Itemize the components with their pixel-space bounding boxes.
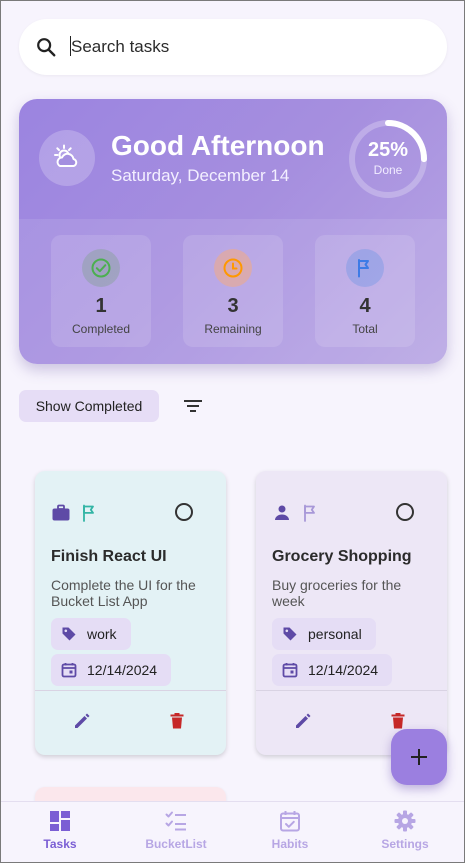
stat-value: 4 xyxy=(359,295,371,317)
gear-icon xyxy=(394,810,416,832)
greeting-date: Saturday, December 14 xyxy=(111,166,290,185)
task-card[interactable]: Finish React UI Complete the UI for the … xyxy=(35,471,226,755)
stat-badge xyxy=(346,249,384,287)
nav-label: BucketList xyxy=(145,837,207,851)
greeting-title: Good Afternoon xyxy=(111,130,325,161)
stat-value: 3 xyxy=(227,295,239,317)
nav-item-habits[interactable]: Habits xyxy=(232,802,348,863)
partly-cloudy-icon xyxy=(54,144,78,167)
edit-icon[interactable] xyxy=(293,711,313,731)
nav-label: Habits xyxy=(271,837,309,851)
nav-label: Tasks xyxy=(43,837,77,851)
stats-row: 1 Completed 3 Remaining 4 Total xyxy=(19,219,447,364)
flag-icon xyxy=(358,259,369,278)
date-chip: 12/14/2024 xyxy=(51,654,172,686)
task-card[interactable]: Grocery Shopping Buy groceries for the w… xyxy=(256,471,447,755)
stat-label: Total xyxy=(352,322,378,336)
date-label: 12/14/2024 xyxy=(87,662,158,678)
checklist-icon xyxy=(165,811,186,831)
person-icon xyxy=(275,505,289,520)
date-chip: 12/14/2024 xyxy=(272,654,393,686)
nav-item-tasks[interactable]: Tasks xyxy=(2,802,118,863)
stat-badge xyxy=(82,249,120,287)
edit-icon[interactable] xyxy=(72,711,92,731)
check-circle-icon xyxy=(91,258,111,278)
delete-icon[interactable] xyxy=(388,711,408,731)
category-label: personal xyxy=(308,626,362,642)
weather-badge xyxy=(39,130,95,186)
stat-remaining: 3 Remaining xyxy=(183,235,283,347)
text-caret xyxy=(70,36,71,56)
stat-label: Completed xyxy=(71,322,131,336)
delete-icon[interactable] xyxy=(167,711,187,731)
card-divider xyxy=(256,690,447,691)
greeting-card: Good Afternoon Saturday, December 14 25%… xyxy=(19,99,447,364)
search-bar[interactable] xyxy=(19,19,447,75)
task-title: Grocery Shopping xyxy=(272,548,412,565)
date-label: 12/14/2024 xyxy=(308,662,379,678)
flag-outline-icon[interactable] xyxy=(80,503,100,523)
plus-icon xyxy=(411,749,427,765)
complete-toggle[interactable] xyxy=(175,503,193,521)
search-icon xyxy=(37,38,56,57)
add-task-button[interactable] xyxy=(391,729,447,785)
briefcase-icon xyxy=(52,504,70,521)
nav-item-settings[interactable]: Settings xyxy=(347,802,463,863)
card-divider xyxy=(35,690,226,691)
stat-badge xyxy=(214,249,252,287)
stat-value: 1 xyxy=(95,295,107,317)
task-title: Finish React UI xyxy=(51,548,167,565)
tag-icon xyxy=(283,627,297,641)
task-description: Complete the UI for the Bucket List App xyxy=(51,577,196,609)
progress-label: Done xyxy=(373,163,403,177)
complete-toggle[interactable] xyxy=(396,503,414,521)
calendar-icon xyxy=(282,663,298,678)
bottom-nav: Tasks BucketList Habits Settings xyxy=(0,801,465,863)
category-label: work xyxy=(87,626,117,642)
tag-icon xyxy=(62,627,76,641)
flag-outline-icon[interactable] xyxy=(301,503,321,523)
calendar-check-icon xyxy=(280,811,300,832)
clock-icon xyxy=(223,258,243,278)
nav-label: Settings xyxy=(381,837,429,851)
nav-item-bucketlist[interactable]: BucketList xyxy=(118,802,234,863)
search-input[interactable] xyxy=(71,31,431,63)
category-chip: work xyxy=(51,618,131,650)
filter-icon[interactable] xyxy=(180,394,206,418)
task-description: Buy groceries for the week xyxy=(272,577,402,609)
show-completed-button[interactable]: Show Completed xyxy=(19,390,159,422)
stat-total: 4 Total xyxy=(315,235,415,347)
greeting-header: Good Afternoon Saturday, December 14 25%… xyxy=(19,99,447,219)
stat-label: Remaining xyxy=(204,322,262,336)
dashboard-icon xyxy=(50,811,70,831)
category-chip: personal xyxy=(272,618,376,650)
progress-percent: 25% xyxy=(367,139,409,161)
stat-completed: 1 Completed xyxy=(51,235,151,347)
calendar-icon xyxy=(61,663,77,678)
